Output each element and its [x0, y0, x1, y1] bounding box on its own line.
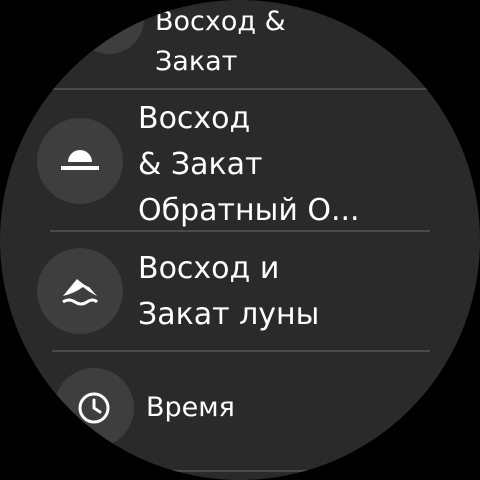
list-item-label: Время [146, 392, 235, 423]
list-item-time[interactable]: Время [0, 352, 480, 462]
clock-icon [78, 392, 110, 424]
list-item-sunrise-sunset-reverse[interactable]: Восход & Закат Обратный О... [0, 90, 480, 230]
list-item-icon-bg [37, 118, 123, 204]
divider [100, 470, 380, 472]
settings-list[interactable]: Восход & Закат Восход & Закат Обратный О… [0, 0, 480, 480]
list-item-label: Восход и Закат луны [138, 251, 320, 332]
list-item-icon-bg [37, 248, 123, 334]
list-item-moonrise-moonset[interactable]: Восход и Закат луны [0, 232, 480, 350]
moon-horizon-icon [62, 279, 99, 306]
list-item-icon-bg [54, 368, 134, 448]
sunset-icon [95, 11, 123, 27]
list-item-sunrise-sunset[interactable]: Восход & Закат [0, 0, 480, 90]
sunrise-icon [61, 150, 99, 170]
watch-screen: Восход & Закат Восход & Закат Обратный О… [0, 0, 480, 480]
list-item-label: Восход & Закат Обратный О... [138, 101, 360, 228]
list-item-label: Восход & Закат [155, 6, 286, 77]
list-item-icon-bg [74, 0, 144, 54]
